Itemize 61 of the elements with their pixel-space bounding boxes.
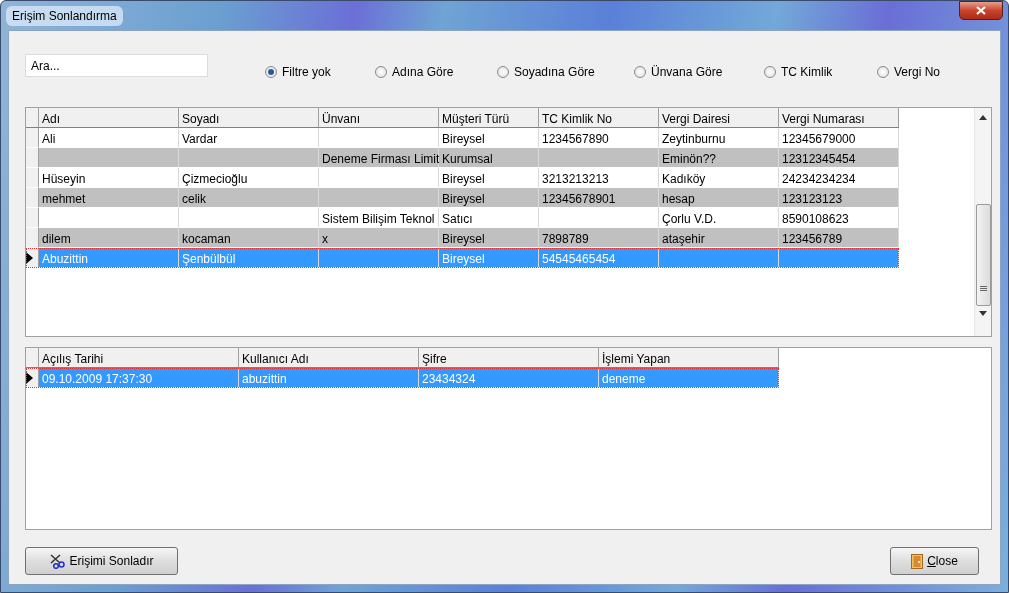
row-header[interactable] <box>26 368 39 388</box>
table-cell: abuzittin <box>239 368 419 388</box>
column-header[interactable]: Şifre <box>419 348 599 368</box>
table-cell: Bireysel <box>439 188 539 208</box>
radio-button[interactable] <box>634 66 646 78</box>
end-access-button[interactable]: Erişimi Sonladır <box>25 547 178 575</box>
table-cell: Eminön?? <box>659 148 779 168</box>
radio-label[interactable]: Adına Göre <box>392 63 454 81</box>
radio-button[interactable] <box>497 66 509 78</box>
grip-icon <box>979 286 987 291</box>
table-cell: 12312345454 <box>779 148 899 168</box>
table-cell: hesap <box>659 188 779 208</box>
close-button[interactable] <box>959 1 1003 20</box>
radio-label[interactable]: Ünvana Göre <box>651 63 723 81</box>
scroll-thumb[interactable] <box>975 204 991 306</box>
row-header[interactable] <box>26 248 39 268</box>
table-row[interactable]: Deneme Firması Limit Kurumsal Eminön?? 12312345454 <box>26 148 899 168</box>
table-cell: deneme <box>599 368 779 388</box>
table-cell: mehmet <box>39 188 179 208</box>
scroll-down-icon[interactable] <box>979 311 987 316</box>
radio-label[interactable]: Soyadına Göre <box>514 63 595 81</box>
column-header[interactable]: Adı <box>39 108 179 128</box>
column-header[interactable]: Müşteri Türü <box>439 108 539 128</box>
scrollbar[interactable] <box>974 108 991 336</box>
table-cell: Şenbülbül <box>179 248 319 268</box>
table-cell: Kurumsal <box>439 148 539 168</box>
table-cell: 12345678901 <box>539 188 659 208</box>
search-field[interactable]: Ara... <box>25 54 208 77</box>
radio-label[interactable]: Vergi No <box>894 63 941 81</box>
table-cell: 09.10.2009 17:37:30 <box>39 368 239 388</box>
table-cell: 54545465454 <box>539 248 659 268</box>
table-cell: 123123123 <box>779 188 899 208</box>
column-header[interactable]: Açılış Tarihi <box>39 348 239 368</box>
radio-button[interactable] <box>265 66 277 78</box>
column-header[interactable]: İşlemi Yapan <box>599 348 779 368</box>
table-cell: Deneme Firması Limit <box>319 148 439 168</box>
close-button[interactable]: Close <box>890 547 979 575</box>
column-header[interactable]: Ünvanı <box>319 108 439 128</box>
window-title: Erişim Sonlandırma <box>6 6 123 26</box>
column-header[interactable]: Vergi Numarası <box>779 108 899 128</box>
radio-button[interactable] <box>375 66 387 78</box>
scissors-icon <box>49 553 66 569</box>
table-cell: Abuzittin <box>39 248 179 268</box>
radio-button[interactable] <box>877 66 889 78</box>
radio-label[interactable]: Filtre yok <box>282 63 331 81</box>
column-header[interactable]: Soyadı <box>179 108 319 128</box>
column-header[interactable]: Vergi Dairesi <box>659 108 779 128</box>
door-icon <box>911 553 924 569</box>
radio-button[interactable] <box>764 66 776 78</box>
column-header[interactable]: Kullanıcı Adı <box>239 348 419 368</box>
radio-label[interactable]: TC Kimlik <box>781 63 833 81</box>
table-cell: 23434324 <box>419 368 599 388</box>
table-row[interactable]: mehmet celik Bireysel 12345678901 hesap 123123123 <box>26 188 899 208</box>
table-cell: Bireysel <box>439 248 539 268</box>
close-icon <box>976 6 986 15</box>
column-header[interactable]: TC Kimlik No <box>539 108 659 128</box>
scroll-up-icon[interactable] <box>979 115 987 120</box>
current-row-icon <box>26 251 33 264</box>
table-row[interactable]: dilem kocaman x Bireysel 7898789 ataşehir 123456789 <box>26 228 899 248</box>
current-row-icon <box>26 371 33 384</box>
table-cell: celik <box>179 188 319 208</box>
